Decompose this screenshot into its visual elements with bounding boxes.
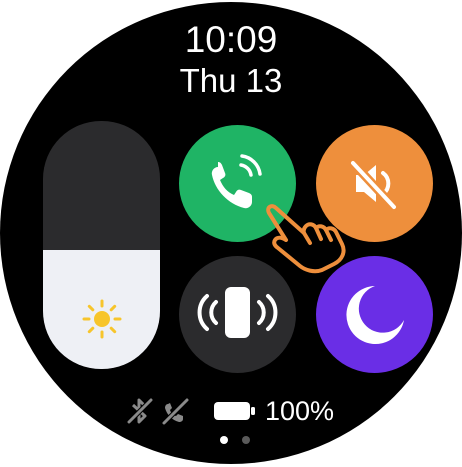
brightness-slider[interactable] <box>43 121 160 369</box>
page-indicator-inactive <box>242 436 250 444</box>
phone-off-icon <box>162 398 189 425</box>
page-indicator-active <box>220 436 228 444</box>
sun-icon <box>82 299 122 339</box>
tap-hand-icon <box>266 204 346 274</box>
clock-time: 10:09 <box>184 19 278 60</box>
bluetooth-off-icon <box>127 398 153 424</box>
battery-icon <box>214 402 255 420</box>
battery-percentage: 100% <box>265 396 335 426</box>
watch-face: 10:09 Thu 13 100% <box>0 2 462 464</box>
clock-date: Thu 13 <box>179 62 283 99</box>
status-bar: 100% <box>0 396 462 430</box>
